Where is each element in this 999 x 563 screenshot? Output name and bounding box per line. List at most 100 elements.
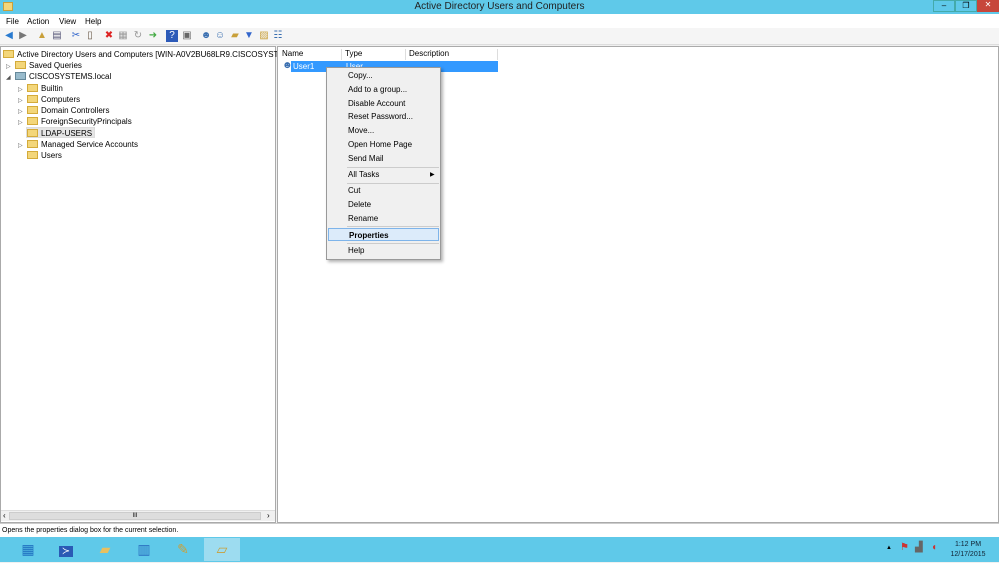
tree-root-label: Active Directory Users and Computers [WI… <box>17 50 309 59</box>
menu-item-add-to-group[interactable]: Add to a group... <box>328 83 439 96</box>
tree-item-domain[interactable]: CISCOSYSTEMS.local <box>15 71 111 82</box>
status-bar: Opens the properties dialog box for the … <box>0 523 999 537</box>
menu-item-all-tasks[interactable]: All Tasks <box>328 168 439 181</box>
new-ou-icon[interactable]: ▰ <box>229 30 241 42</box>
forward-icon[interactable]: ▶ <box>17 30 29 42</box>
context-menu: Copy... Add to a group... Disable Accoun… <box>326 67 441 260</box>
find-icon[interactable]: ▨ <box>258 30 270 42</box>
tree-label: Builtin <box>41 84 63 93</box>
ou-icon <box>27 129 38 137</box>
paste-icon[interactable]: ▯ <box>84 30 96 42</box>
network-icon[interactable]: ▟ <box>915 542 923 553</box>
horizontal-scrollbar[interactable]: ‹ III › <box>1 510 275 521</box>
window-title: Active Directory Users and Computers <box>414 1 585 12</box>
filter-icon[interactable]: ▼ <box>243 30 255 42</box>
expand-icon[interactable]: ▷ <box>18 108 26 115</box>
user-icon: ☻ <box>282 60 293 71</box>
menu-item-properties[interactable]: Properties <box>328 228 439 241</box>
menu-separator <box>347 226 439 227</box>
menu-item-rename[interactable]: Rename <box>328 212 439 225</box>
close-button[interactable]: ✕ <box>977 0 999 12</box>
start-button[interactable]: ▦ <box>10 538 46 561</box>
column-header-description[interactable]: Description <box>406 49 498 60</box>
folder-icon <box>27 151 38 159</box>
domain-icon <box>15 72 26 80</box>
folder-icon <box>27 95 38 103</box>
folder-icon <box>27 84 38 92</box>
tree-item-managed-service-accounts[interactable]: Managed Service Accounts <box>27 139 138 150</box>
help-icon[interactable]: ? <box>166 30 178 42</box>
menu-item-open-home-page[interactable]: Open Home Page <box>328 138 439 151</box>
status-text: Opens the properties dialog box for the … <box>2 527 179 534</box>
tree-item-saved-queries[interactable]: Saved Queries <box>15 60 82 71</box>
delete-icon[interactable]: ✖ <box>103 30 115 42</box>
export-icon[interactable]: ➜ <box>147 30 159 42</box>
scroll-thumb[interactable]: III <box>9 512 261 520</box>
column-header-name[interactable]: Name <box>279 49 342 60</box>
properties-icon[interactable]: ▦ <box>117 30 129 42</box>
folder-icon <box>15 61 26 69</box>
tree-item-ldap-users[interactable]: LDAP-USERS <box>26 127 96 138</box>
menu-help[interactable]: Help <box>85 17 101 26</box>
scroll-left-icon[interactable]: ‹ <box>3 511 6 520</box>
tree-item-users[interactable]: Users <box>27 150 62 161</box>
tree-label: Computers <box>41 95 81 104</box>
tree-label: Managed Service Accounts <box>41 140 138 149</box>
show-hidden-icons[interactable]: ▲ <box>886 545 892 551</box>
powershell-taskbar-button[interactable]: ≻ <box>48 538 84 561</box>
up-folder-icon[interactable]: ▲ <box>36 30 48 42</box>
add-to-group-icon[interactable]: ☷ <box>272 30 284 42</box>
collapse-icon[interactable]: ◢ <box>6 74 14 81</box>
cut-icon[interactable]: ✂ <box>70 30 82 42</box>
show-hide-tree-icon[interactable]: ▤ <box>51 30 63 42</box>
tree-item-domain-controllers[interactable]: Domain Controllers <box>27 105 109 116</box>
tree-item-builtin[interactable]: Builtin <box>27 83 63 94</box>
minimize-button[interactable]: ‒ <box>933 0 955 12</box>
user-name: User1 <box>293 62 315 71</box>
console-icon[interactable]: ▣ <box>181 30 193 42</box>
tree-item-computers[interactable]: Computers <box>27 94 80 105</box>
menu-item-disable-account[interactable]: Disable Account <box>328 97 439 110</box>
expand-icon[interactable]: ▷ <box>18 119 26 126</box>
back-icon[interactable]: ◀ <box>3 30 15 42</box>
new-user-icon[interactable]: ☻ <box>200 30 212 42</box>
submenu-arrow-icon: ▶ <box>430 172 435 178</box>
menu-action[interactable]: Action <box>27 17 49 26</box>
tree-label: ForeignSecurityPrincipals <box>41 117 132 126</box>
server-manager-taskbar-button[interactable]: ▥ <box>126 538 162 561</box>
tree-pane: Active Directory Users and Computers [WI… <box>0 46 308 523</box>
menu-item-cut[interactable]: Cut <box>328 184 439 197</box>
clock[interactable]: 1:12 PM 12/17/2015 <box>948 540 988 560</box>
notepad-taskbar-button[interactable]: ✎ <box>165 538 201 561</box>
expand-icon[interactable]: ▷ <box>18 97 26 104</box>
scroll-right-icon[interactable]: › <box>267 511 270 520</box>
expand-icon[interactable]: ▷ <box>18 86 26 93</box>
menu-item-copy[interactable]: Copy... <box>328 69 439 82</box>
refresh-icon[interactable]: ↻ <box>132 30 144 42</box>
folder-icon <box>27 117 38 125</box>
volume-icon[interactable]: ◖ <box>931 542 937 553</box>
new-group-icon[interactable]: ☺ <box>214 30 226 42</box>
file-explorer-taskbar-button[interactable]: ▰ <box>87 538 123 561</box>
tree-label: CISCOSYSTEMS.local <box>29 72 112 81</box>
tree-root[interactable]: Active Directory Users and Computers [WI… <box>3 49 308 60</box>
menu-item-help[interactable]: Help <box>328 244 439 257</box>
expand-icon[interactable]: ▷ <box>6 63 14 70</box>
menu-item-reset-password[interactable]: Reset Password... <box>328 110 439 123</box>
menu-view[interactable]: View <box>59 17 76 26</box>
tree-label: Domain Controllers <box>41 106 110 115</box>
menu-item-delete[interactable]: Delete <box>328 198 439 211</box>
column-header-type[interactable]: Type <box>342 49 406 60</box>
toolbar: ◀ ▶ ▲ ▤ ✂ ▯ ✖ ▦ ↻ ➜ ? ▣ ☻ ☺ ▰ ▼ ▨ ☷ <box>0 28 999 45</box>
menu-item-send-mail[interactable]: Send Mail <box>328 152 439 165</box>
snapin-icon <box>3 50 14 58</box>
action-center-icon[interactable]: ⚑ <box>900 542 909 553</box>
menu-file[interactable]: File <box>6 17 19 26</box>
restore-button[interactable]: ❐ <box>955 0 977 12</box>
menu-bar: File Action View Help <box>0 14 999 28</box>
menu-item-move[interactable]: Move... <box>328 124 439 137</box>
tree-item-foreign-security-principals[interactable]: ForeignSecurityPrincipals <box>27 116 132 127</box>
aduc-taskbar-button[interactable]: ▱ <box>204 538 240 561</box>
folder-icon <box>27 140 38 148</box>
expand-icon[interactable]: ▷ <box>18 142 26 149</box>
